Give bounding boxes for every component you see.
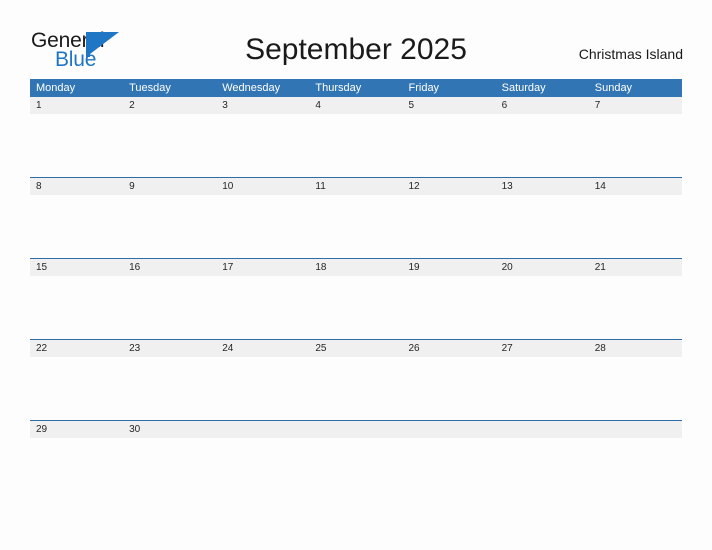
- day-cell[interactable]: 28: [589, 340, 682, 357]
- day-cell[interactable]: 5: [403, 97, 496, 114]
- week-notes-band[interactable]: [30, 438, 682, 501]
- day-cell[interactable]: 26: [403, 340, 496, 357]
- week-date-band: 29 30: [30, 421, 682, 438]
- day-cell[interactable]: 20: [496, 259, 589, 276]
- day-cell[interactable]: 24: [216, 340, 309, 357]
- week-notes-band[interactable]: [30, 276, 682, 339]
- day-cell[interactable]: 21: [589, 259, 682, 276]
- day-cell[interactable]: 22: [30, 340, 123, 357]
- location-label: Christmas Island: [578, 46, 683, 62]
- week-row: 15 16 17 18 19 20 21: [30, 258, 682, 339]
- week-notes-band[interactable]: [30, 195, 682, 258]
- weekday-header-friday: Friday: [408, 82, 440, 94]
- day-cell-empty: [309, 421, 402, 438]
- day-cell[interactable]: 18: [309, 259, 402, 276]
- calendar-grid: Monday Tuesday Wednesday Thursday Friday…: [30, 79, 682, 501]
- day-cell[interactable]: 16: [123, 259, 216, 276]
- day-cell[interactable]: 29: [30, 421, 123, 438]
- day-cell[interactable]: 27: [496, 340, 589, 357]
- day-cell[interactable]: 17: [216, 259, 309, 276]
- day-cell[interactable]: 1: [30, 97, 123, 114]
- weekday-header-row: Monday Tuesday Wednesday Thursday Friday…: [30, 79, 682, 97]
- day-cell-empty: [496, 421, 589, 438]
- day-cell[interactable]: 2: [123, 97, 216, 114]
- weekday-header-sunday: Sunday: [594, 82, 633, 94]
- weekday-header-monday: Monday: [36, 82, 76, 94]
- day-cell-empty: [216, 421, 309, 438]
- day-cell[interactable]: 11: [309, 178, 402, 195]
- week-row: 22 23 24 25 26 27 28: [30, 339, 682, 420]
- day-cell[interactable]: 9: [123, 178, 216, 195]
- day-cell[interactable]: 8: [30, 178, 123, 195]
- day-cell[interactable]: 15: [30, 259, 123, 276]
- day-cell[interactable]: 3: [216, 97, 309, 114]
- day-cell[interactable]: 4: [309, 97, 402, 114]
- week-notes-band[interactable]: [30, 357, 682, 420]
- day-cell-empty: [589, 421, 682, 438]
- week-notes-band[interactable]: [30, 114, 682, 177]
- week-date-band: 15 16 17 18 19 20 21: [30, 259, 682, 276]
- week-row: 1 2 3 4 5 6 7: [30, 97, 682, 177]
- weekday-header-thursday: Thursday: [315, 82, 362, 94]
- weekday-header-tuesday: Tuesday: [129, 82, 171, 94]
- day-cell[interactable]: 6: [496, 97, 589, 114]
- day-cell[interactable]: 19: [403, 259, 496, 276]
- page-header: General Blue September 2025 Christmas Is…: [0, 0, 712, 79]
- day-cell[interactable]: 25: [309, 340, 402, 357]
- weekday-header-wednesday: Wednesday: [222, 82, 281, 94]
- day-cell[interactable]: 14: [589, 178, 682, 195]
- week-date-band: 22 23 24 25 26 27 28: [30, 340, 682, 357]
- day-cell[interactable]: 30: [123, 421, 216, 438]
- day-cell[interactable]: 12: [403, 178, 496, 195]
- week-row: 29 30: [30, 420, 682, 501]
- day-cell[interactable]: 13: [496, 178, 589, 195]
- day-cell[interactable]: 23: [123, 340, 216, 357]
- week-date-band: 8 9 10 11 12 13 14: [30, 178, 682, 195]
- week-row: 8 9 10 11 12 13 14: [30, 177, 682, 258]
- day-cell[interactable]: 7: [589, 97, 682, 114]
- day-cell[interactable]: 10: [216, 178, 309, 195]
- weekday-header-saturday: Saturday: [501, 82, 546, 94]
- day-cell-empty: [403, 421, 496, 438]
- week-date-band: 1 2 3 4 5 6 7: [30, 97, 682, 114]
